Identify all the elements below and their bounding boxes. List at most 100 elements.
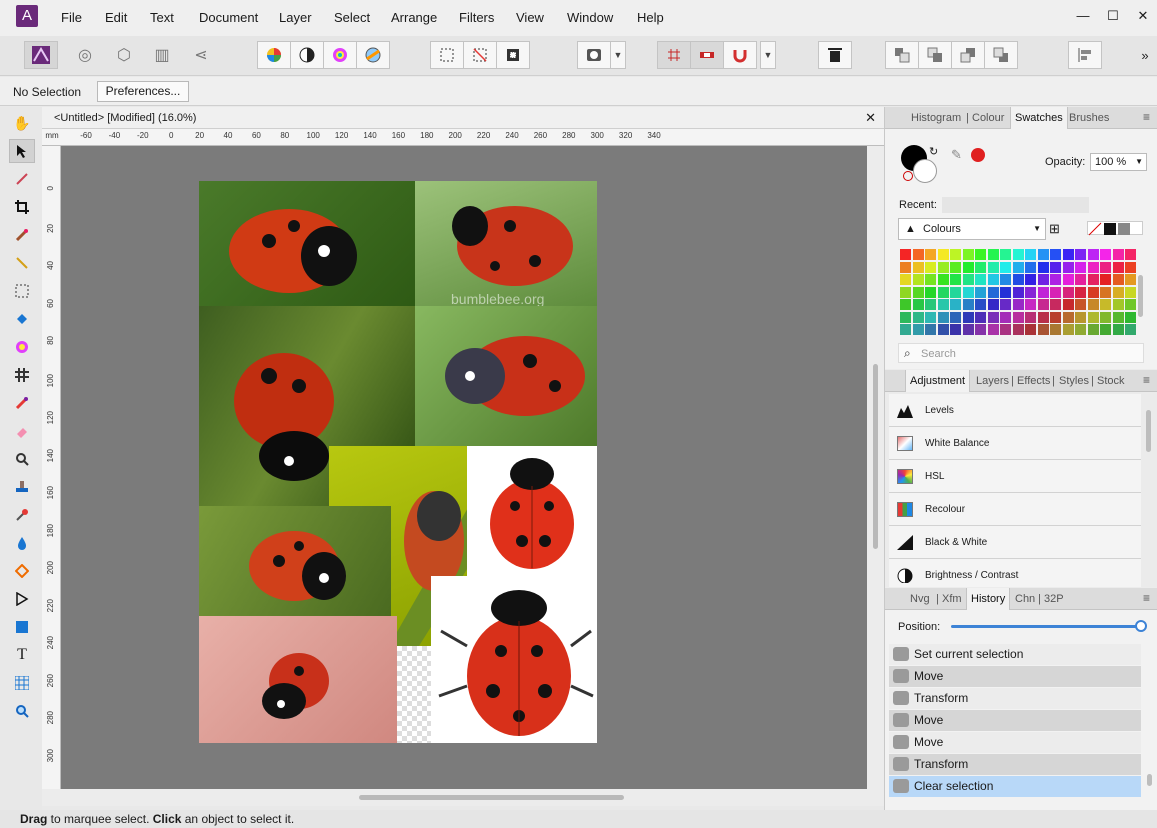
colour-swatch[interactable]	[1037, 286, 1049, 298]
colour-swatch[interactable]	[1087, 274, 1099, 285]
panel-menu-icon[interactable]: ≡	[1143, 373, 1150, 387]
ladybird-photo-2[interactable]: bumblebee.org	[415, 181, 597, 306]
tab-adjustment[interactable]: Adjustment	[905, 370, 971, 392]
deselect-icon[interactable]	[463, 41, 497, 69]
document-tab[interactable]: <Untitled> [Modified] (16.0%) ✕	[42, 107, 884, 129]
colour-swatch[interactable]	[912, 299, 924, 310]
view-hand-icon[interactable]: ✋	[9, 111, 35, 135]
colour-swatch[interactable]	[1075, 249, 1086, 260]
eraser-icon[interactable]	[9, 419, 35, 443]
colour-swatch[interactable]	[987, 261, 999, 273]
colour-swatch[interactable]	[1087, 261, 1099, 273]
colour-swatch[interactable]	[950, 274, 961, 285]
crop-tool-icon[interactable]	[9, 195, 35, 219]
colour-swatch[interactable]	[1087, 311, 1099, 323]
zoom-inpaint-icon[interactable]	[9, 447, 35, 471]
colour-swatch[interactable]	[1112, 249, 1124, 260]
force-pixel-alignment-icon[interactable]	[690, 41, 724, 69]
preferences-button[interactable]: Preferences...	[97, 81, 189, 102]
fill-stroke-selector[interactable]	[1087, 221, 1143, 236]
auto-white-balance-icon[interactable]	[356, 41, 390, 69]
colour-swatch[interactable]	[1025, 261, 1036, 273]
colour-swatch[interactable]	[912, 249, 924, 260]
dodge-burn-icon[interactable]	[9, 503, 35, 527]
menu-text[interactable]: Text	[150, 10, 174, 25]
colour-swatch[interactable]	[1012, 261, 1024, 273]
menu-select[interactable]: Select	[334, 10, 370, 25]
colour-swatch[interactable]	[1012, 324, 1024, 335]
colour-swatch[interactable]	[975, 324, 986, 335]
colour-swatch[interactable]	[1037, 261, 1049, 273]
menu-file[interactable]: File	[61, 10, 82, 25]
adjustment-white-balance[interactable]: White Balance	[889, 427, 1141, 460]
colour-swatch[interactable]	[937, 286, 949, 298]
colour-swatch[interactable]	[975, 286, 986, 298]
colour-swatch[interactable]	[912, 286, 924, 298]
colour-swatch[interactable]	[912, 324, 924, 335]
colour-swatch[interactable]	[1012, 249, 1024, 260]
colour-swatch[interactable]	[900, 324, 911, 335]
colour-swatch[interactable]	[1087, 324, 1099, 335]
colour-swatch[interactable]	[1062, 299, 1074, 310]
adjustment-brightness-contrast[interactable]: Brightness / Contrast	[889, 559, 1141, 587]
move-forward-one-icon[interactable]	[951, 41, 985, 69]
node-tool-icon[interactable]	[9, 587, 35, 611]
colour-swatch[interactable]	[925, 324, 936, 335]
colour-swatch[interactable]	[1100, 261, 1111, 273]
toolbar-overflow-icon[interactable]: »	[1130, 41, 1157, 69]
palette-options-icon[interactable]: ⊞	[1049, 221, 1060, 237]
swatch-grid[interactable]	[900, 249, 1140, 339]
history-slider-handle[interactable]	[1135, 620, 1147, 632]
colour-swatch[interactable]	[925, 311, 936, 323]
colour-swatch[interactable]	[900, 311, 911, 323]
colour-swatch[interactable]	[962, 299, 974, 310]
colour-swatch[interactable]	[1037, 274, 1049, 285]
adjustment-hsl[interactable]: HSL	[889, 460, 1141, 493]
colour-swatch[interactable]	[1000, 274, 1011, 285]
colour-swatch[interactable]	[1000, 286, 1011, 298]
colour-swatch[interactable]	[1125, 249, 1136, 260]
colour-swatch[interactable]	[1112, 286, 1124, 298]
tab-32bit-preview[interactable]: 32P	[1044, 593, 1064, 605]
auto-contrast-icon[interactable]	[290, 41, 324, 69]
colour-swatch[interactable]	[900, 274, 911, 285]
zoom-tool-icon[interactable]	[9, 699, 35, 723]
menu-edit[interactable]: Edit	[105, 10, 127, 25]
colour-swatch[interactable]	[1025, 286, 1036, 298]
move-to-back-icon[interactable]	[885, 41, 919, 69]
colour-swatch[interactable]	[1112, 261, 1124, 273]
menu-view[interactable]: View	[516, 10, 544, 25]
colour-swatch[interactable]	[1087, 286, 1099, 298]
colour-swatch[interactable]	[987, 299, 999, 310]
colour-swatch[interactable]	[1012, 311, 1024, 323]
gradient-tool-icon[interactable]	[9, 559, 35, 583]
menu-window[interactable]: Window	[567, 10, 613, 25]
colour-swatch[interactable]	[1075, 274, 1086, 285]
colour-swatch[interactable]	[975, 299, 986, 310]
colour-swatch[interactable]	[962, 274, 974, 285]
colour-swatch[interactable]	[937, 274, 949, 285]
colour-swatch[interactable]	[1025, 249, 1036, 260]
tab-history[interactable]: History	[966, 588, 1011, 610]
liquify-persona-icon[interactable]: ◎	[70, 41, 100, 69]
colour-swatch[interactable]	[987, 324, 999, 335]
secondary-colour-well[interactable]	[913, 159, 937, 183]
menu-help[interactable]: Help	[637, 10, 664, 25]
grid-snap-icon[interactable]	[657, 41, 691, 69]
colour-swatch[interactable]	[1125, 299, 1136, 310]
ladybird-photo-7[interactable]	[199, 616, 397, 743]
tab-swatches[interactable]: Swatches	[1010, 107, 1068, 129]
recent-swatches[interactable]	[942, 197, 1089, 213]
colour-swatch[interactable]	[1050, 311, 1061, 323]
history-item[interactable]: Move	[889, 732, 1141, 753]
history-item[interactable]: Clear selection	[889, 776, 1141, 797]
vertical-scroll-thumb[interactable]	[873, 364, 878, 549]
colour-swatch[interactable]	[1062, 249, 1074, 260]
history-item[interactable]: Set current selection	[889, 644, 1141, 665]
colour-swatch[interactable]	[1100, 286, 1111, 298]
colour-swatch[interactable]	[1125, 324, 1136, 335]
colour-swatch[interactable]	[1000, 261, 1011, 273]
blur-drop-icon[interactable]	[9, 531, 35, 555]
colour-swatch[interactable]	[1075, 324, 1086, 335]
vertical-ruler[interactable]: 0 20 40 60 80 100 120 140 160 180 200 220 240 260 280 3…	[42, 146, 61, 789]
